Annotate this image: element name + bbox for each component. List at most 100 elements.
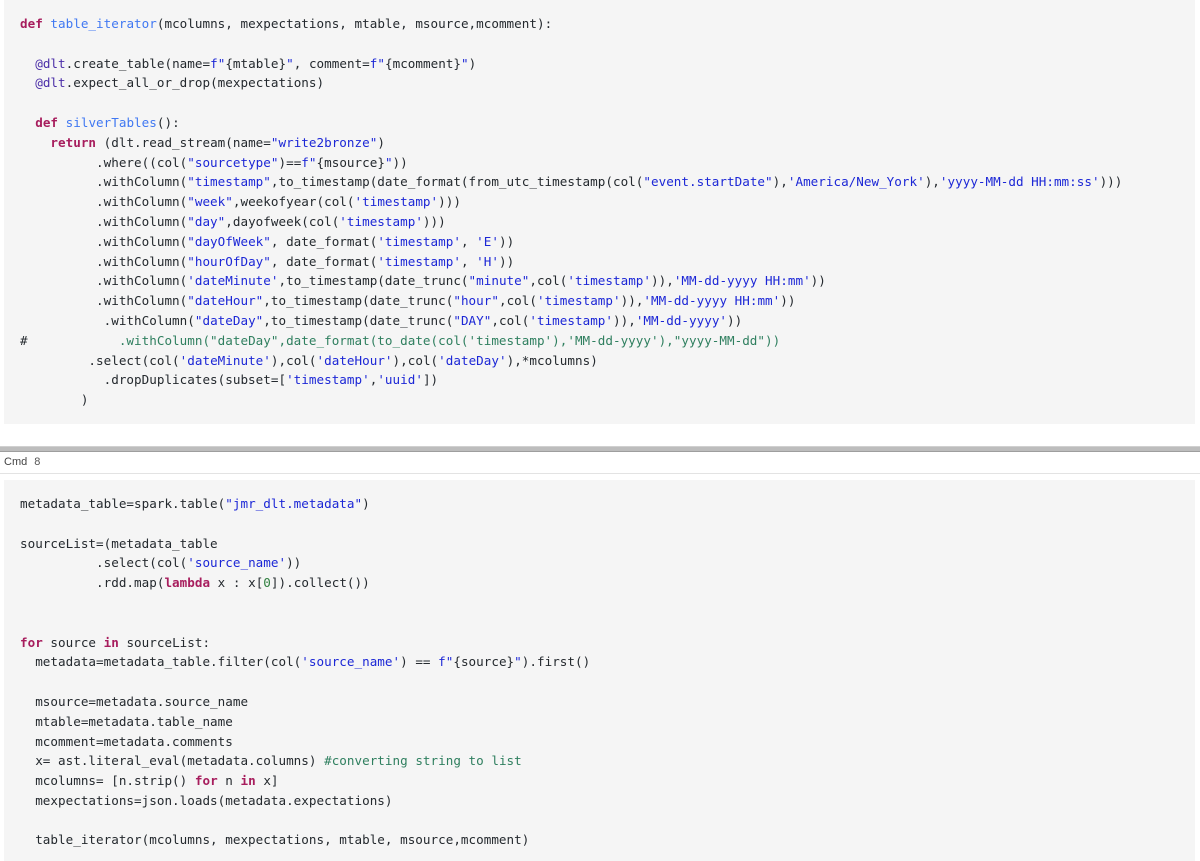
code-token: .expect_all_or_drop(mexpectations) [65,75,325,91]
code-line: .withColumn("dayOfWeek", date_format('ti… [4,232,1195,252]
code-token: f" [301,154,317,170]
code-token: "dateHour" [187,293,264,309]
notebook-cell[interactable]: Cmd 8 metadata_table=spark.table("jmr_dlt.… [0,445,1200,861]
code-editor-area[interactable]: metadata_table=spark.table("jmr_dlt.meta… [4,479,1195,861]
code-token: 'MM-dd-yyyy' [635,312,728,328]
code-line: # .withColumn("dateDay",date_format(to_d… [4,331,1195,351]
code-token: 'timestamp' [286,372,370,388]
code-token: " [461,55,469,71]
code-token: "day" [187,213,226,229]
code-line: .withColumn("dateHour",to_timestamp(date… [4,291,1195,311]
code-token: for [20,634,51,650]
code-token: sourceList=(metadata_table [20,535,218,551]
code-line: sourceList=(metadata_table [4,534,1195,554]
code-token: .withColumn( [20,233,188,249]
code-token: 'dateMinute' [179,352,271,368]
code-token: 'dateDay' [438,352,507,368]
code-token: in [240,773,264,789]
code-token: for [194,773,226,789]
code-token: )), [651,273,674,289]
code-token: return [50,134,104,150]
code-token: ).first() [521,654,591,670]
code-token: "hourOfDay" [187,253,271,269]
cell-gap [0,423,1200,446]
code-token: ), [924,174,940,190]
notebook-cell[interactable]: def table_iterator(mcolumns, mexpectatio… [0,0,1200,424]
code-token: "DAY" [453,312,492,328]
code-token: ,col( [491,312,530,328]
code-token: .select(col( [20,555,188,571]
code-line: .select(col('dateMinute'),col('dateHour'… [4,351,1195,371]
code-token: x] [263,773,279,789]
code-token: ))) [438,194,461,210]
code-token: 'America/New_York' [787,174,925,190]
code-line: .select(col('source_name')) [4,553,1195,573]
code-token: 'timestamp' [567,273,652,289]
code-token: ) [468,55,477,71]
code-token: )) [727,312,743,328]
code-line: metadata=metadata_table.filter(col('sour… [4,652,1195,672]
code-token: .withColumn( [20,312,195,328]
code-line: mtable=metadata.table_name [4,712,1195,732]
code-token: .withColumn( [20,213,188,229]
code-token: 'dateHour' [316,352,393,368]
code-line: return (dlt.read_stream(name="write2bron… [4,133,1195,153]
code-token: x= ast.literal_eval(metadata.columns) [20,753,325,769]
code-token: (mcolumns, mexpectations, mtable, msourc… [156,16,553,31]
code-token: "dayOfWeek" [187,233,271,249]
code-token: 0 [263,575,271,591]
code-token: 'timestamp' [377,253,461,269]
code-token: #converting string to list [324,753,522,769]
code-token: .withColumn( [20,293,188,309]
code-token: )) [392,154,408,170]
code-token: (dlt.read_stream(name= [103,134,271,150]
code-editor-area[interactable]: def table_iterator(mcolumns, mexpectatio… [4,0,1195,424]
code-token: 'timestamp' [354,194,439,210]
code-token: ) == [400,654,439,670]
code-token: .withColumn( [20,273,188,289]
notebook-cells: def table_iterator(mcolumns, mexpectatio… [0,0,1200,861]
code-token: 'timestamp' [339,213,423,229]
cell-command-header[interactable]: Cmd 8 [0,451,1200,474]
code-token: table_iterator [50,16,157,31]
code-content[interactable]: metadata_table=spark.table("jmr_dlt.meta… [4,494,1195,850]
code-token: ]) [422,372,439,388]
code-token: )== [278,154,302,170]
code-token: .withColumn( [20,174,188,190]
code-token: 'source_name' [301,654,401,670]
code-token: ,weekofyear(col( [232,194,355,210]
code-line: x= ast.literal_eval(metadata.columns) #c… [4,751,1195,771]
code-token: 'dateMinute' [187,273,279,289]
code-token: "week" [187,194,233,210]
code-token: ,col( [529,273,568,289]
code-token: ),col( [270,352,317,368]
code-line: msource=metadata.source_name [4,692,1195,712]
code-line: mcomment=metadata.comments [4,732,1195,752]
code-content[interactable]: def table_iterator(mcolumns, mexpectatio… [4,14,1195,410]
code-token: ) [362,495,370,511]
code-token: 'MM-dd-yyyy HH:mm' [643,293,781,309]
code-token: ))) [422,213,446,229]
code-token: , [460,233,477,249]
code-token: "event.startDate" [643,174,773,190]
code-token: .withColumn( [20,194,188,210]
code-token: " [286,55,294,71]
code-token: n [225,773,241,789]
code-line: .withColumn('dateMinute',to_timestamp(da… [4,271,1195,291]
code-line: .rdd.map(lambda x : x[0]).collect()) [4,573,1195,593]
code-token: mcolumns= [n.strip() [20,773,195,789]
code-token: 'timestamp' [536,293,621,309]
code-token: " [384,154,393,170]
code-token: (): [156,114,180,130]
code-token: "dateDay" [194,312,264,328]
code-token: msource=metadata.source_name [20,693,249,709]
cell-command-label: Cmd [4,456,28,469]
code-token: .withColumn( [20,253,188,269]
code-token: ),*mcolumns) [506,352,598,368]
code-token: ,to_timestamp(date_trunc( [278,273,469,289]
code-token: ,to_timestamp(date_trunc( [263,312,454,328]
